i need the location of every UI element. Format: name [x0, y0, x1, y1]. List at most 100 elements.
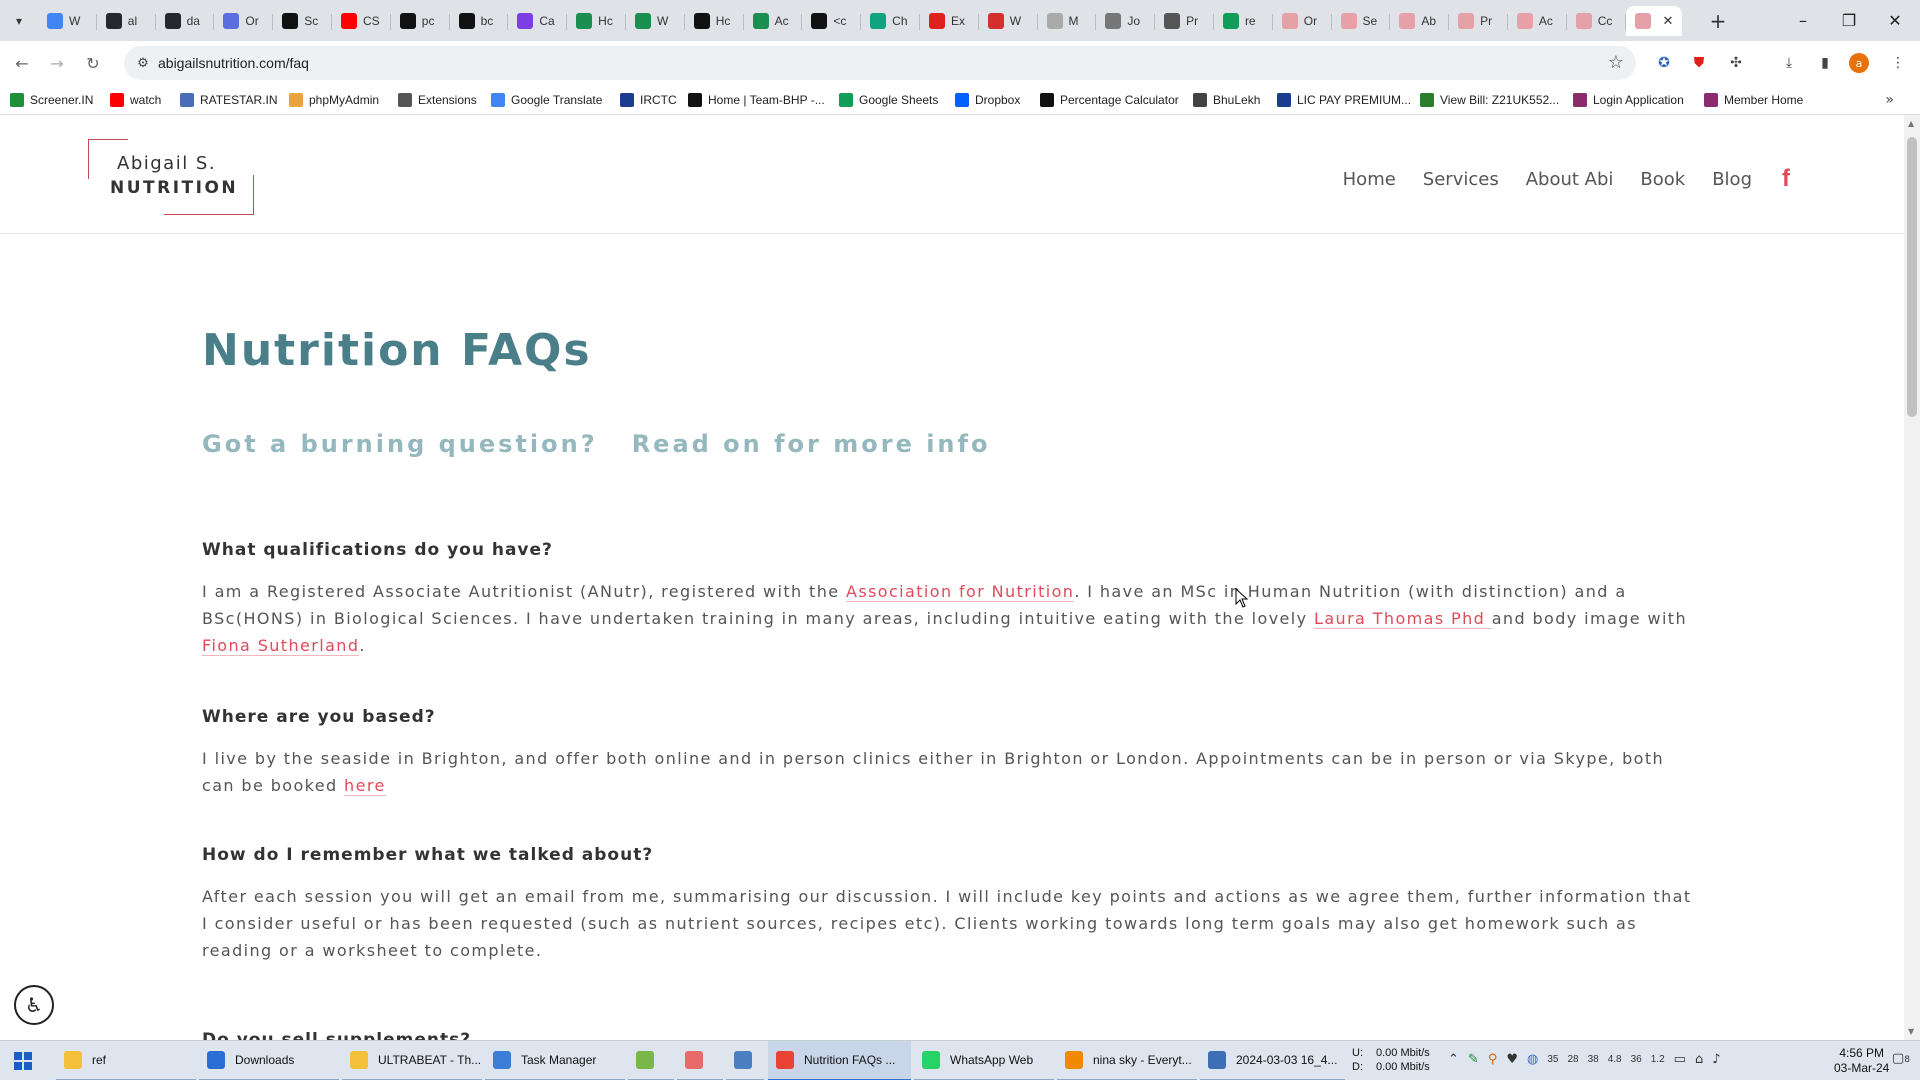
browser-tab[interactable]: Ch — [861, 6, 920, 36]
bookmark-item[interactable]: watch — [110, 91, 161, 109]
browser-tab[interactable]: Se — [1332, 6, 1391, 36]
bookmark-item[interactable]: Dropbox — [955, 91, 1020, 109]
tray-globe-icon[interactable]: ◍ — [1527, 1052, 1538, 1067]
scrollbar-thumb[interactable] — [1907, 137, 1917, 417]
new-tab-button[interactable]: + — [1705, 8, 1731, 34]
bookmark-item[interactable]: IRCTC — [620, 91, 677, 109]
browser-tab[interactable]: M — [1038, 6, 1097, 36]
tab-search-icon[interactable]: ▾ — [6, 8, 32, 34]
nav-link-home[interactable]: Home — [1343, 169, 1396, 190]
bookmark-item[interactable]: Extensions — [398, 91, 477, 109]
site-info-icon[interactable]: ⚙ — [134, 54, 152, 72]
tray-chevron-icon[interactable]: ⌃ — [1448, 1052, 1459, 1067]
browser-tab[interactable]: Jo — [1096, 6, 1155, 36]
bookmark-item[interactable]: RATESTAR.IN — [180, 91, 278, 109]
extensions-puzzle-icon[interactable]: ✣ — [1724, 51, 1748, 75]
bookmark-item[interactable]: Google Translate — [491, 91, 602, 109]
browser-tab[interactable]: Hc — [567, 6, 626, 36]
browser-menu-icon[interactable]: ⋮ — [1886, 51, 1910, 75]
back-icon[interactable]: ← — [9, 50, 35, 76]
bookmarks-overflow-icon[interactable]: » — [1885, 92, 1894, 108]
browser-tab[interactable]: Sc — [273, 6, 332, 36]
browser-tab[interactable]: Cc — [1567, 6, 1626, 36]
taskbar-item[interactable]: ULTRABEAT - Th... — [342, 1041, 482, 1080]
taskbar-clock[interactable]: 4:56 PM 03-Mar-24 — [1834, 1046, 1889, 1076]
bookmark-item[interactable]: LIC PAY PREMIUM... — [1277, 91, 1411, 109]
tray-network-icon[interactable]: ⌂ — [1695, 1052, 1703, 1067]
page-scrollbar[interactable]: ▲ ▼ — [1904, 115, 1920, 1040]
side-panel-icon[interactable]: ▮ — [1813, 51, 1837, 75]
tray-heart-icon[interactable]: ♥ — [1506, 1052, 1518, 1067]
answer-link[interactable]: here — [344, 776, 386, 796]
answer-link[interactable]: Laura Thomas Phd — [1314, 609, 1492, 629]
address-bar[interactable]: ⚙ abigailsnutrition.com/faq ☆ — [124, 46, 1636, 80]
tray-battery-icon[interactable]: ▭ — [1674, 1052, 1686, 1067]
bookmark-item[interactable]: phpMyAdmin — [289, 91, 379, 109]
browser-tab[interactable]: pc — [391, 6, 450, 36]
scroll-down-icon[interactable]: ▼ — [1908, 1027, 1914, 1036]
url-text[interactable]: abigailsnutrition.com/faq — [158, 55, 309, 71]
taskbar-item[interactable]: ref — [56, 1041, 196, 1080]
windows-start-icon[interactable] — [0, 1041, 46, 1080]
close-window-icon[interactable]: ✕ — [1872, 0, 1918, 41]
browser-tab[interactable]: W — [979, 6, 1038, 36]
tray-search-icon[interactable]: ⚲ — [1488, 1052, 1498, 1067]
tray-app-icon[interactable]: ✎ — [1468, 1052, 1479, 1067]
forward-icon[interactable]: → — [44, 50, 70, 76]
taskbar-item[interactable]: nina sky - Everyt... — [1057, 1041, 1197, 1080]
extension-shield-icon[interactable]: ⛊ — [1687, 51, 1711, 75]
bookmark-item[interactable]: Member Home — [1704, 91, 1803, 109]
browser-tab[interactable]: <c — [802, 6, 861, 36]
answer-link[interactable]: Fiona Sutherland — [202, 636, 360, 656]
browser-tab[interactable]: al — [97, 6, 156, 36]
site-logo[interactable]: Abigail S. NUTRITION — [88, 139, 254, 215]
nav-link-services[interactable]: Services — [1423, 169, 1499, 190]
bookmark-item[interactable]: BhuLekh — [1193, 91, 1260, 109]
bookmark-item[interactable]: Login Application — [1573, 91, 1684, 109]
browser-tab[interactable]: Pr — [1449, 6, 1508, 36]
extension-vpn-icon[interactable]: ✪ — [1652, 51, 1676, 75]
taskbar-item[interactable] — [677, 1041, 723, 1080]
browser-tab[interactable]: da — [156, 6, 215, 36]
bookmark-star-icon[interactable]: ☆ — [1608, 52, 1624, 73]
browser-tab[interactable]: CS — [332, 6, 391, 36]
browser-tab[interactable]: Pr — [1155, 6, 1214, 36]
browser-tab[interactable]: W — [626, 6, 685, 36]
downloads-icon[interactable]: ⤓ — [1777, 51, 1801, 75]
taskbar-item[interactable]: WhatsApp Web — [914, 1041, 1054, 1080]
nav-link-about-abi[interactable]: About Abi — [1526, 169, 1614, 190]
bookmark-item[interactable]: View Bill: Z21UK552... — [1420, 91, 1559, 109]
facebook-icon[interactable]: f — [1782, 165, 1790, 193]
browser-tab[interactable]: Or — [1273, 6, 1332, 36]
browser-tab[interactable]: Hc — [685, 6, 744, 36]
answer-link[interactable]: Association for Nutrition — [845, 582, 1075, 602]
close-tab-icon[interactable]: ✕ — [1663, 14, 1674, 29]
browser-tab[interactable]: Ab — [1390, 6, 1449, 36]
browser-tab[interactable]: Ac — [1508, 6, 1567, 36]
tray-volume-icon[interactable]: ♪ — [1712, 1052, 1720, 1067]
accessibility-icon[interactable]: ♿ — [14, 985, 54, 1025]
bookmark-item[interactable]: Google Sheets — [839, 91, 938, 109]
profile-avatar[interactable]: a — [1849, 53, 1869, 73]
nav-link-blog[interactable]: Blog — [1712, 169, 1752, 190]
taskbar-item[interactable] — [726, 1041, 764, 1080]
browser-tab[interactable]: bc — [450, 6, 509, 36]
nav-link-book[interactable]: Book — [1640, 169, 1685, 190]
taskbar-item[interactable]: Downloads — [199, 1041, 339, 1080]
taskbar-item[interactable]: Nutrition FAQs ... — [768, 1041, 911, 1080]
browser-tab[interactable]: Or — [214, 6, 273, 36]
browser-tab[interactable]: Ac — [744, 6, 803, 36]
taskbar-item[interactable]: 2024-03-03 16_4... — [1200, 1041, 1345, 1080]
browser-tab[interactable]: ✕ — [1625, 6, 1682, 36]
notification-center-icon[interactable]: ▢8 — [1892, 1051, 1912, 1071]
browser-tab[interactable]: W — [38, 6, 97, 36]
taskbar-item[interactable]: Task Manager — [485, 1041, 625, 1080]
scroll-up-icon[interactable]: ▲ — [1908, 119, 1914, 128]
reload-icon[interactable]: ↻ — [80, 50, 106, 76]
minimize-icon[interactable]: – — [1780, 0, 1826, 41]
taskbar-item[interactable] — [628, 1041, 674, 1080]
bookmark-item[interactable]: Home | Team-BHP -... — [688, 91, 825, 109]
restore-icon[interactable]: ❐ — [1826, 0, 1872, 41]
browser-tab[interactable]: Ca — [508, 6, 567, 36]
browser-tab[interactable]: re — [1214, 6, 1273, 36]
